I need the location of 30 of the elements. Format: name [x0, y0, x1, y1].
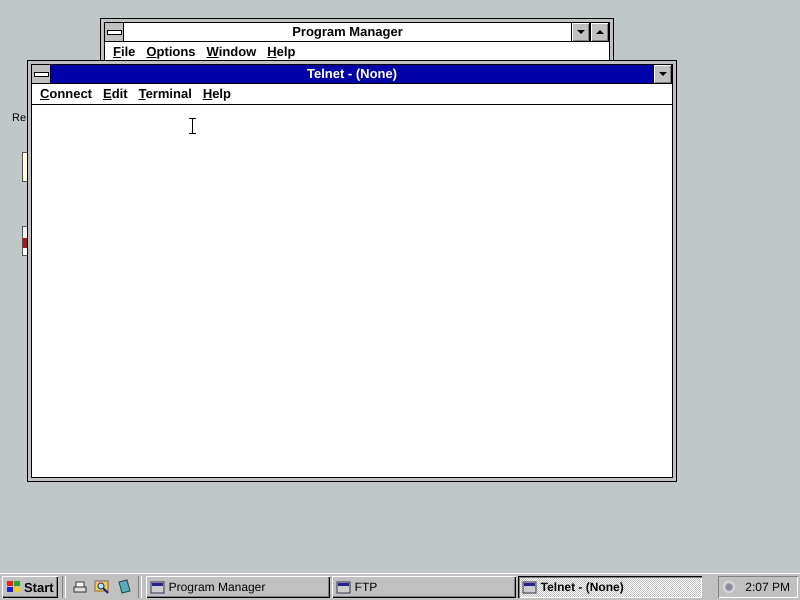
- window-icon: [522, 579, 538, 595]
- menu-item[interactable]: Edit: [98, 85, 134, 103]
- menu-item[interactable]: Options: [141, 43, 202, 61]
- start-button[interactable]: Start: [2, 576, 58, 598]
- printer-icon[interactable]: [72, 579, 88, 595]
- book-icon[interactable]: [116, 579, 132, 595]
- system-menu-button[interactable]: [32, 65, 51, 83]
- menu-item[interactable]: Terminal: [134, 85, 198, 103]
- window-icon: [150, 579, 166, 595]
- menu-item[interactable]: Window: [202, 43, 262, 61]
- windows-logo: [6, 580, 22, 594]
- taskbar-button[interactable]: Telnet - (None): [518, 576, 702, 598]
- clock: 2:07 PM: [745, 580, 790, 594]
- maximize-button[interactable]: [590, 23, 609, 41]
- system-menu-button[interactable]: [105, 23, 124, 41]
- magnifier-icon[interactable]: [94, 579, 110, 595]
- window-title: Telnet - (None): [306, 65, 398, 83]
- window-icon: [336, 579, 352, 595]
- speaker-icon[interactable]: [723, 581, 736, 593]
- icon-label: Re: [12, 112, 26, 125]
- menu-item[interactable]: Help: [262, 43, 302, 61]
- window-title: Program Manager: [291, 23, 404, 41]
- menu-item[interactable]: File: [108, 43, 142, 61]
- minimize-button[interactable]: [571, 23, 590, 41]
- taskbar-button[interactable]: Program Manager: [146, 576, 330, 598]
- taskbar-button[interactable]: FTP: [332, 576, 516, 598]
- menu-item[interactable]: Help: [198, 85, 237, 103]
- text-cursor-icon: [189, 118, 196, 134]
- menu-item[interactable]: Connect: [35, 85, 98, 103]
- minimize-button[interactable]: [653, 65, 672, 83]
